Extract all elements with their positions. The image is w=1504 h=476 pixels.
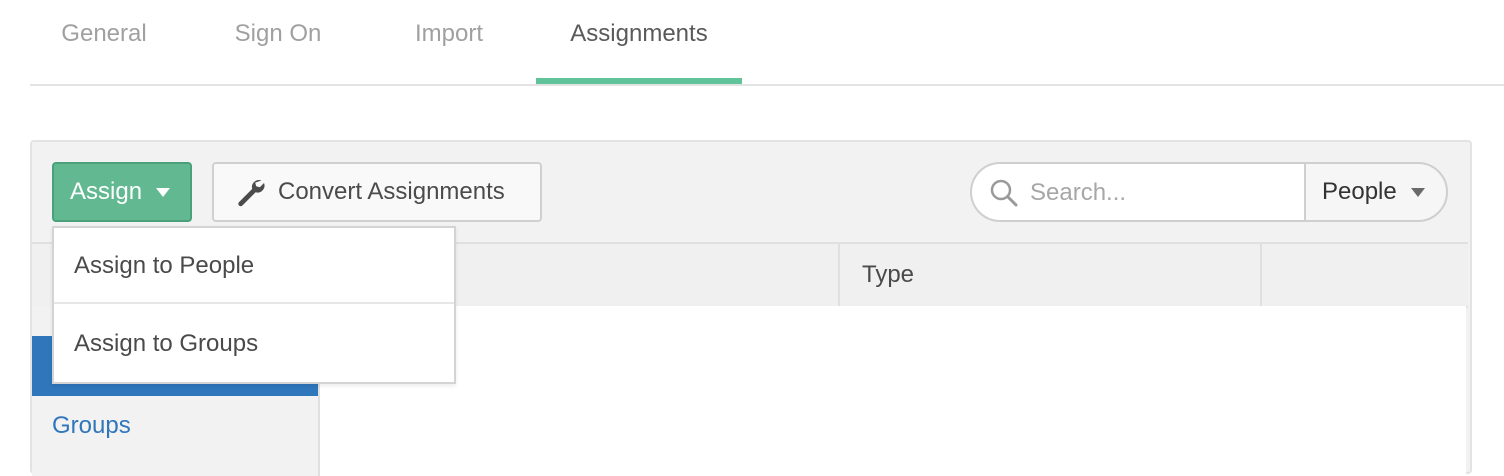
convert-assignments-label: Convert Assignments — [278, 178, 505, 205]
table-body — [320, 306, 1466, 476]
tab-assignments[interactable]: Assignments — [536, 0, 742, 86]
tab-general[interactable]: General — [30, 0, 178, 84]
tab-bar: General Sign On Import Assignments — [30, 0, 1504, 86]
sidebar-item-groups[interactable]: Groups — [52, 412, 131, 440]
tab-import[interactable]: Import — [382, 0, 516, 84]
search-icon — [990, 179, 1018, 207]
search-input[interactable] — [1028, 174, 1292, 212]
tab-sign-on[interactable]: Sign On — [204, 0, 352, 84]
assign-button[interactable]: Assign — [52, 162, 192, 222]
assign-dropdown-menu: Assign to People Assign to Groups — [52, 226, 456, 384]
menu-item-assign-to-people[interactable]: Assign to People — [54, 228, 454, 304]
assign-button-label: Assign — [70, 178, 143, 205]
caret-down-icon — [1410, 187, 1425, 197]
tab-assignments-label: Assignments — [570, 20, 708, 47]
wrench-icon — [238, 180, 265, 207]
menu-item-assign-to-groups[interactable]: Assign to Groups — [54, 306, 454, 382]
search-filter-select[interactable]: People — [1304, 162, 1448, 222]
column-header-type-label: Type — [862, 261, 915, 288]
convert-assignments-button[interactable]: Convert Assignments — [212, 162, 542, 222]
search-filter-value: People — [1322, 178, 1397, 205]
column-header-type[interactable]: Type — [838, 244, 1262, 306]
tab-divider — [30, 84, 1504, 86]
search-box — [970, 162, 1306, 222]
caret-down-icon — [156, 187, 171, 197]
